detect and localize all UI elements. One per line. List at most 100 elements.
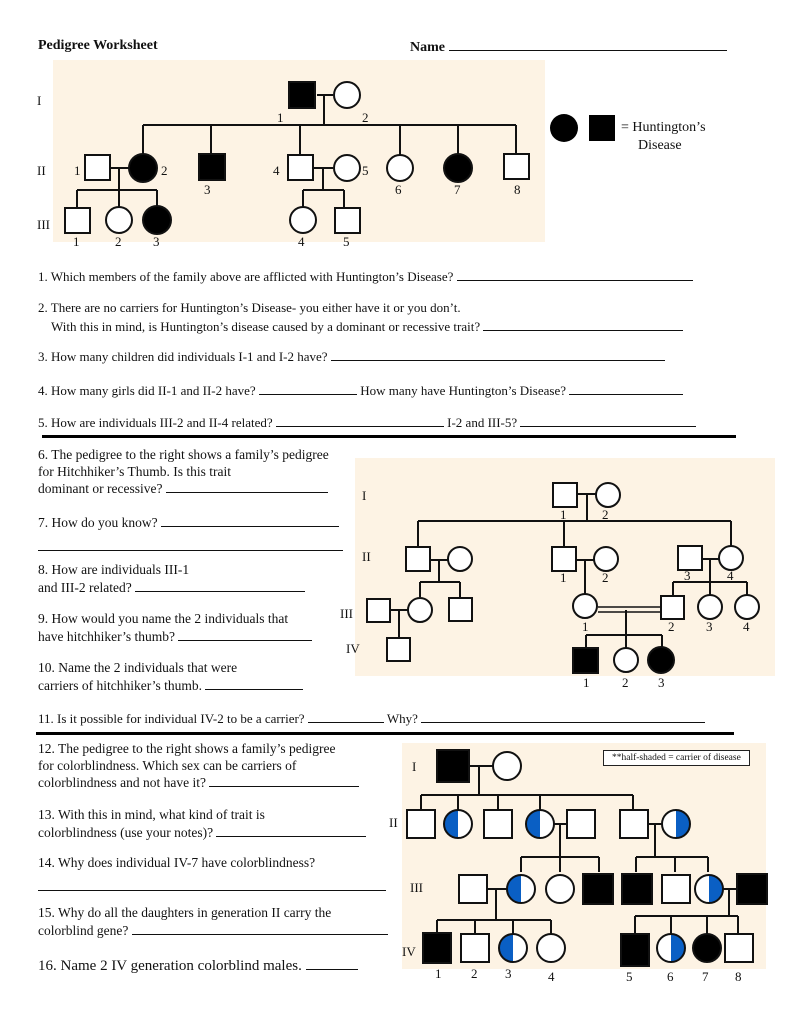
num-label: 5 <box>343 234 350 249</box>
answer-16-blank[interactable] <box>305 957 358 970</box>
num-label: 3 <box>505 966 512 981</box>
answer-10-blank[interactable] <box>205 677 304 690</box>
num-label: 1 <box>583 675 590 690</box>
answer-3-blank[interactable] <box>330 348 665 361</box>
num-label: 1 <box>74 163 81 178</box>
gen-label: II <box>389 815 398 830</box>
gen-label: II <box>362 549 371 564</box>
individual-IV-6 <box>656 933 686 963</box>
individual-I-1 <box>436 749 470 783</box>
answer-13-blank[interactable] <box>216 824 367 837</box>
question-10: 10. Name the 2 individuals that were car… <box>38 660 304 694</box>
individual-III-c <box>448 597 473 622</box>
huntington-legend-symbols <box>550 114 615 142</box>
individual-II-2 <box>443 809 473 839</box>
gen-label: I <box>37 93 41 108</box>
question-5: 5. How are individuals III-2 and II-4 re… <box>38 414 697 431</box>
num-label: 2 <box>471 966 478 981</box>
question-4: 4. How many girls did II-1 and II-2 have… <box>38 382 684 399</box>
answer-8-blank[interactable] <box>135 579 306 592</box>
individual-II-7 <box>661 809 691 839</box>
individual-IV-4 <box>536 933 566 963</box>
individual-IV-1 <box>572 647 599 674</box>
section-divider <box>36 732 734 735</box>
question-2-line1: 2. There are no carriers for Huntington’… <box>38 300 461 315</box>
num-label: 1 <box>73 234 80 249</box>
question-16: 16. Name 2 IV generation colorblind male… <box>38 957 358 975</box>
individual-III-5 <box>621 873 653 905</box>
answer-11b-blank[interactable] <box>421 710 706 723</box>
individual-II-4 <box>718 545 744 571</box>
individual-II-1 <box>84 154 111 181</box>
num-label: 8 <box>514 182 521 197</box>
gen-label: II <box>37 163 46 178</box>
individual-II-6 <box>619 809 649 839</box>
individual-III-b <box>407 597 433 623</box>
gen-label: III <box>410 880 423 895</box>
individual-II-7 <box>443 153 473 183</box>
affected-male-icon <box>589 115 615 141</box>
individual-III-2 <box>105 206 133 234</box>
gen-label: I <box>412 759 416 774</box>
num-label: 2 <box>622 675 629 690</box>
num-label: 7 <box>702 969 709 984</box>
num-label: 4 <box>548 969 555 984</box>
num-label: 6 <box>395 182 402 197</box>
individual-IV-a <box>386 637 411 662</box>
individual-III-8 <box>736 873 768 905</box>
individual-II-8 <box>503 153 530 180</box>
answer-15-blank[interactable] <box>131 922 388 935</box>
individual-II-2 <box>593 546 619 572</box>
individual-IV-2 <box>460 933 490 963</box>
question-7: 7. How do you know? <box>38 514 343 555</box>
answer-4b-blank[interactable] <box>569 382 684 395</box>
question-9: 9. How would you name the 2 individuals … <box>38 611 313 645</box>
answer-2-blank[interactable] <box>483 318 684 331</box>
answer-7-blank-2[interactable] <box>38 538 343 551</box>
answer-14-blank[interactable] <box>38 878 386 891</box>
gen-label: I <box>362 488 366 503</box>
answer-7-blank[interactable] <box>161 514 339 527</box>
individual-IV-3 <box>498 933 528 963</box>
question-8: 8. How are individuals III-1 and III-2 r… <box>38 562 306 596</box>
worksheet-title: Pedigree Worksheet <box>38 38 158 53</box>
individual-II-3 <box>483 809 513 839</box>
num-label: 1 <box>560 570 567 585</box>
individual-III-2 <box>660 595 685 620</box>
num-label: 4 <box>727 568 734 583</box>
pedigree2-chart: I II III IV 1 2 1 2 3 4 1 2 3 4 1 2 3 <box>340 482 760 690</box>
individual-II-5 <box>333 154 361 182</box>
answer-6-blank[interactable] <box>165 480 328 493</box>
num-label: 2 <box>602 507 609 522</box>
individual-I-2 <box>333 81 361 109</box>
individual-IV-7 <box>692 933 722 963</box>
affected-female-icon <box>550 114 578 142</box>
answer-5b-blank[interactable] <box>520 414 697 427</box>
individual-III-4 <box>289 206 317 234</box>
answer-1-blank[interactable] <box>456 268 693 281</box>
pedigree1-chart: I II III 1 2 1 2 3 4 5 6 7 8 1 2 3 4 5 <box>37 81 530 249</box>
name-blank[interactable] <box>448 38 727 51</box>
name-label: Name <box>410 40 445 55</box>
answer-11a-blank[interactable] <box>307 710 384 723</box>
individual-II-b <box>447 546 473 572</box>
gen-label: III <box>340 606 353 621</box>
gen-label: IV <box>346 641 360 656</box>
num-label: 2 <box>161 163 168 178</box>
name-field[interactable]: Name <box>410 38 727 56</box>
num-label: 3 <box>658 675 665 690</box>
num-label: 6 <box>667 969 674 984</box>
individual-II-a <box>405 546 431 572</box>
individual-II-3 <box>198 153 226 181</box>
answer-12-blank[interactable] <box>209 774 360 787</box>
answer-4a-blank[interactable] <box>258 382 357 395</box>
answer-9-blank[interactable] <box>178 628 313 641</box>
answer-5a-blank[interactable] <box>275 414 444 427</box>
individual-III-5 <box>334 207 361 234</box>
question-15: 15. Why do all the daughters in generati… <box>38 905 388 939</box>
individual-III-1 <box>572 593 598 619</box>
individual-I-2 <box>492 751 522 781</box>
gen-label: IV <box>402 944 416 959</box>
pedigree3-chart: I II III IV 1 2 3 4 5 6 7 8 <box>389 749 768 984</box>
gen-label: III <box>37 217 50 232</box>
